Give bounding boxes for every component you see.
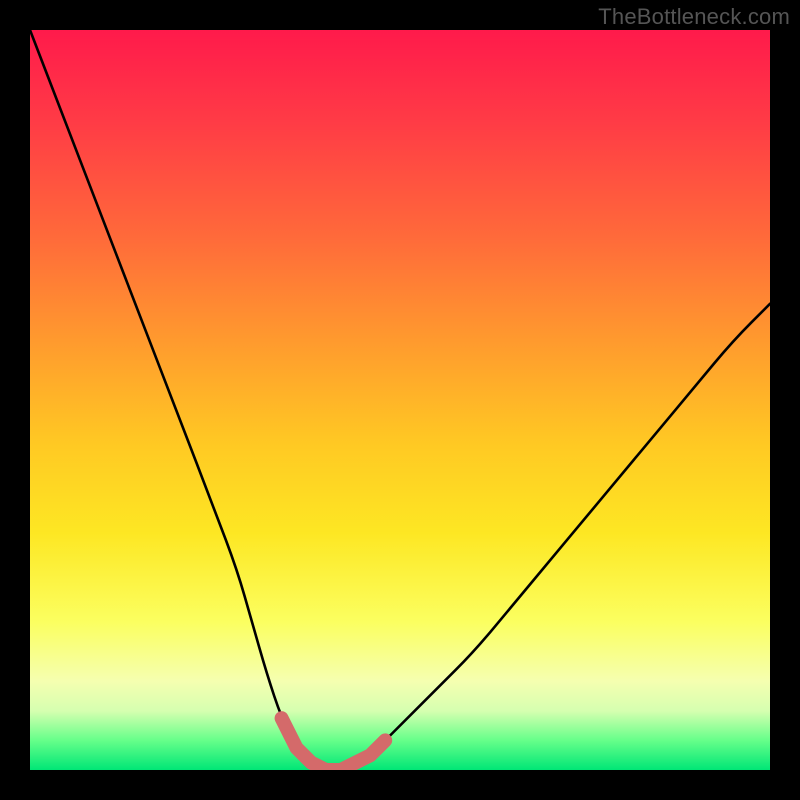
chart-frame: TheBottleneck.com — [0, 0, 800, 800]
watermark-text: TheBottleneck.com — [598, 4, 790, 30]
bottleneck-curve-line — [30, 30, 770, 770]
optimal-zone-highlight — [282, 718, 386, 770]
plot-area — [30, 30, 770, 770]
curve-layer — [30, 30, 770, 770]
